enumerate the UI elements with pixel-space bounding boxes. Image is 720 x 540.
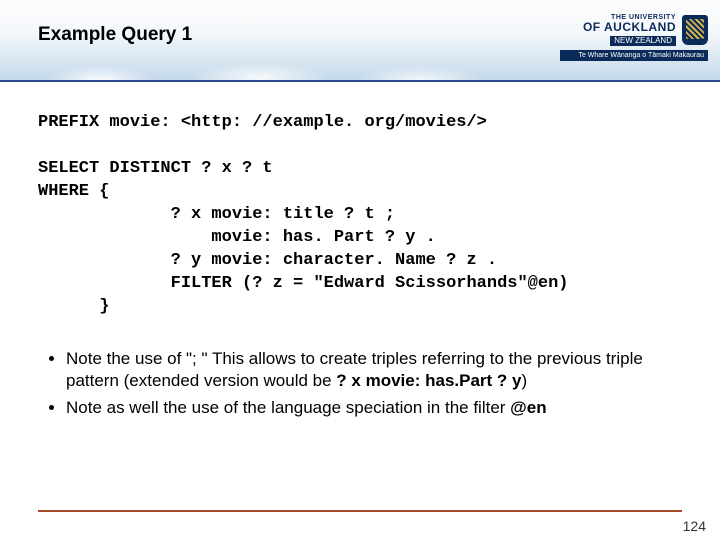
note-text: Note as well the use of the language spe… — [66, 398, 510, 417]
note-bold: ? x movie: has.Part ? y — [336, 371, 521, 390]
note-bold: @en — [510, 398, 546, 417]
footer-divider — [38, 510, 682, 512]
slide-header: Example Query 1 THE UNIVERSITY OF AUCKLA… — [0, 0, 720, 82]
code-line: SELECT DISTINCT ? x ? t — [38, 159, 273, 178]
code-line: FILTER (? z = "Edward Scissorhands"@en) — [38, 274, 569, 293]
note-text: ) — [521, 371, 527, 390]
page-number: 124 — [683, 518, 706, 534]
logo-line2: OF AUCKLAND — [583, 21, 676, 34]
slide-content: PREFIX movie: <http: //example. org/movi… — [0, 82, 720, 418]
code-line: ? x movie: title ? t ; — [38, 205, 395, 224]
code-line: movie: has. Part ? y . — [38, 228, 436, 247]
crest-icon — [682, 15, 708, 45]
code-line: PREFIX movie: <http: //example. org/movi… — [38, 113, 487, 132]
code-line: } — [38, 297, 109, 316]
code-line: WHERE { — [38, 182, 109, 201]
page-title: Example Query 1 — [38, 24, 192, 46]
code-block: PREFIX movie: <http: //example. org/movi… — [38, 112, 682, 318]
logo-subline: Te Whare Wānanga o Tāmaki Makaurau — [560, 50, 708, 61]
notes-block: Note the use of "; " This allows to crea… — [38, 348, 682, 418]
note-item: Note the use of "; " This allows to crea… — [66, 348, 682, 391]
note-item: Note as well the use of the language spe… — [66, 397, 682, 418]
code-line: ? y movie: character. Name ? z . — [38, 251, 497, 270]
logo-line3: NEW ZEALAND — [610, 36, 676, 46]
university-logo: THE UNIVERSITY OF AUCKLAND NEW ZEALAND T… — [560, 14, 708, 61]
